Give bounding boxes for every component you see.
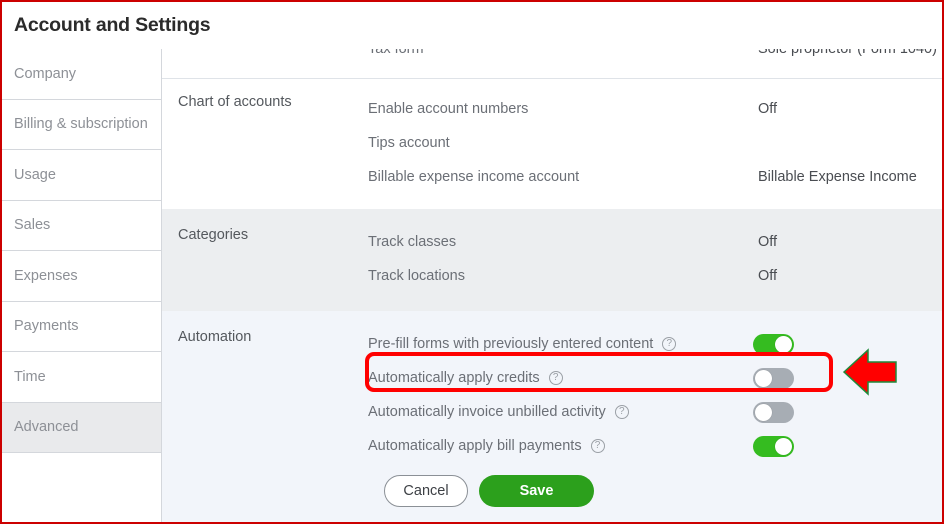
- sidebar-item-company[interactable]: Company: [2, 49, 161, 100]
- toggle-knob: [775, 336, 792, 353]
- sidebar-item-empty: [2, 453, 161, 519]
- sidebar-item-advanced[interactable]: Advanced: [2, 403, 161, 454]
- toggle-automatically-apply-credits[interactable]: [753, 368, 794, 389]
- sidebar-item-label: Billing & subscription: [14, 116, 148, 132]
- setting-row-tax-form[interactable]: Tax form Sole proprietor (Form 1040): [368, 49, 926, 66]
- sidebar-item-time[interactable]: Time: [2, 352, 161, 403]
- setting-row-label: Tax form: [368, 49, 424, 57]
- sidebar-item-label: Company: [14, 66, 76, 82]
- setting-row-label: Track classes: [368, 234, 456, 250]
- sidebar-item-usage[interactable]: Usage: [2, 150, 161, 201]
- settings-sidebar: Company Billing & subscription Usage Sal…: [2, 49, 162, 522]
- setting-row-prefill-forms[interactable]: Pre-fill forms with previously entered c…: [368, 327, 926, 361]
- setting-row-automatically-apply-credits[interactable]: Automatically apply credits ?: [368, 361, 926, 395]
- setting-row-label: Billable expense income account: [368, 169, 579, 185]
- setting-row-label: Enable account numbers: [368, 101, 528, 117]
- setting-row-automatically-apply-bill-payments[interactable]: Automatically apply bill payments ?: [368, 429, 926, 463]
- setting-row-value: Off: [758, 268, 777, 284]
- toggle-knob: [755, 404, 772, 421]
- save-button[interactable]: Save: [479, 475, 594, 507]
- setting-row-label: Pre-fill forms with previously entered c…: [368, 336, 653, 352]
- toggle-automatically-apply-bill-payments[interactable]: [753, 436, 794, 457]
- setting-row-enable-account-numbers[interactable]: Enable account numbers Off: [368, 92, 926, 126]
- setting-row-label: Track locations: [368, 268, 465, 284]
- toggle-knob: [775, 438, 792, 455]
- section-categories: Categories Track classes Off Track locat…: [162, 209, 942, 311]
- section-label: Company type: [178, 49, 368, 50]
- setting-row-track-classes[interactable]: Track classes Off: [368, 225, 926, 259]
- window-titlebar: Account and Settings: [2, 2, 942, 49]
- sidebar-item-label: Usage: [14, 167, 56, 183]
- settings-content: Company type Tax form Sole proprietor (F…: [162, 49, 942, 522]
- section-label: Categories: [178, 225, 368, 243]
- setting-row-value: Off: [758, 101, 777, 117]
- page-title: Account and Settings: [14, 14, 210, 37]
- sidebar-item-label: Advanced: [14, 419, 79, 435]
- sidebar-item-label: Payments: [14, 318, 78, 334]
- account-and-settings-window: Account and Settings Company Billing & s…: [0, 0, 944, 524]
- sidebar-item-label: Sales: [14, 217, 50, 233]
- sidebar-item-expenses[interactable]: Expenses: [2, 251, 161, 302]
- toggle-knob: [755, 370, 772, 387]
- setting-row-label: Automatically invoice unbilled activity: [368, 404, 606, 420]
- setting-row-automatically-invoice-unbilled-activity[interactable]: Automatically invoice unbilled activity …: [368, 395, 926, 429]
- help-icon[interactable]: ?: [615, 405, 629, 419]
- help-icon[interactable]: ?: [662, 337, 676, 351]
- setting-row-billable-expense-income-account[interactable]: Billable expense income account Billable…: [368, 160, 926, 194]
- setting-row-label: Automatically apply bill payments: [368, 438, 582, 454]
- setting-row-label: Tips account: [368, 135, 450, 151]
- setting-row-value: Off: [758, 234, 777, 250]
- section-chart-of-accounts: Chart of accounts Enable account numbers…: [162, 78, 942, 209]
- sidebar-item-label: Time: [14, 369, 46, 385]
- sidebar-item-label: Expenses: [14, 268, 78, 284]
- section-company-type: Company type Tax form Sole proprietor (F…: [162, 49, 942, 78]
- section-label: Chart of accounts: [178, 92, 368, 110]
- toggle-prefill-forms[interactable]: [753, 334, 794, 355]
- setting-row-track-locations[interactable]: Track locations Off: [368, 259, 926, 293]
- setting-row-label: Automatically apply credits: [368, 370, 540, 386]
- toggle-automatically-invoice-unbilled-activity[interactable]: [753, 402, 794, 423]
- section-label: Automation: [178, 327, 368, 345]
- sidebar-item-sales[interactable]: Sales: [2, 201, 161, 252]
- help-icon[interactable]: ?: [591, 439, 605, 453]
- sidebar-item-payments[interactable]: Payments: [2, 302, 161, 353]
- sidebar-item-billing-subscription[interactable]: Billing & subscription: [2, 100, 161, 151]
- setting-row-value: Billable Expense Income: [758, 169, 917, 185]
- cancel-button[interactable]: Cancel: [384, 475, 468, 507]
- help-icon[interactable]: ?: [549, 371, 563, 385]
- setting-row-value: Sole proprietor (Form 1040): [758, 49, 937, 57]
- setting-row-tips-account[interactable]: Tips account: [368, 126, 926, 160]
- section-automation: Automation Pre-fill forms with previousl…: [162, 311, 942, 522]
- automation-action-buttons: Cancel Save: [178, 463, 926, 507]
- window-body: Company Billing & subscription Usage Sal…: [2, 49, 942, 522]
